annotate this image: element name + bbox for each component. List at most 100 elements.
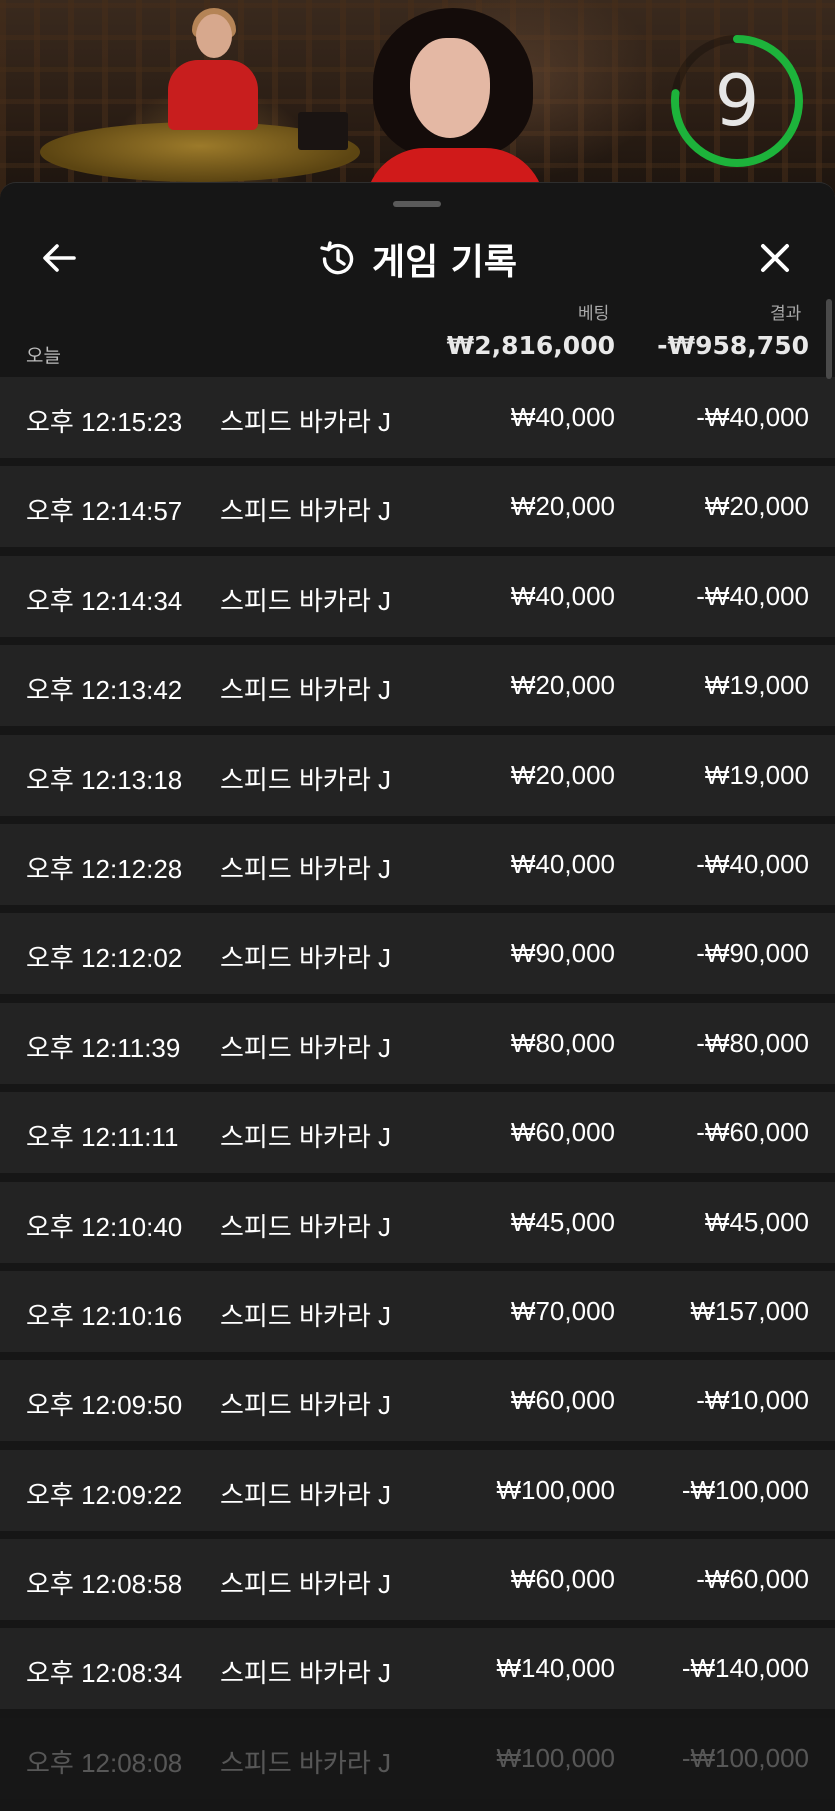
row-bet-amount: ₩45,000	[510, 1206, 615, 1237]
row-bet-amount: ₩40,000	[510, 848, 615, 879]
row-game-name: 스피드 바카라 J	[220, 1390, 391, 1421]
close-icon	[761, 244, 789, 272]
row-game-name: 스피드 바카라 J	[220, 1032, 391, 1063]
row-game-name: 스피드 바카라 J	[220, 496, 391, 527]
history-clock-icon	[320, 241, 354, 275]
row-time: 오후 12:12:28	[26, 853, 183, 884]
dealer-image	[365, 8, 545, 200]
row-bet-amount: ₩20,000	[510, 491, 615, 522]
row-game-name: 스피드 바카라 J	[220, 1747, 391, 1778]
summary-total-bet: ₩2,816,000	[446, 331, 615, 360]
history-row[interactable]: 오후 12:09:50 스피드 바카라 J ₩60,000 -₩10,000	[0, 1360, 835, 1442]
row-result-amount: ₩19,000	[704, 670, 809, 701]
row-bet-amount: ₩70,000	[510, 1295, 615, 1326]
history-row[interactable]: 오후 12:11:39 스피드 바카라 J ₩80,000 -₩80,000	[0, 1002, 835, 1084]
row-time: 오후 12:10:40	[26, 1211, 183, 1242]
summary-total-result: -₩958,750	[657, 331, 809, 360]
row-result-amount: -₩100,000	[681, 1742, 809, 1773]
row-time: 오후 12:08:08	[26, 1747, 183, 1778]
row-bet-amount: ₩80,000	[510, 1027, 615, 1058]
column-header-bet: 베팅	[578, 304, 610, 324]
history-list: 오후 12:15:23 스피드 바카라 J ₩40,000 -₩40,000 오후 12…	[0, 377, 835, 1807]
page-title: 게임 기록	[371, 242, 517, 283]
row-time: 오후 12:08:34	[26, 1658, 183, 1689]
drag-handle[interactable]	[393, 201, 441, 207]
history-row[interactable]: 오후 12:10:40 스피드 바카라 J ₩45,000 ₩45,000	[0, 1181, 835, 1263]
history-row[interactable]: 오후 12:15:23 스피드 바카라 J ₩40,000 -₩40,000	[0, 377, 835, 458]
row-bet-amount: ₩100,000	[496, 1742, 615, 1773]
row-game-name: 스피드 바카라 J	[220, 1569, 391, 1600]
history-row[interactable]: 오후 12:12:02 스피드 바카라 J ₩90,000 -₩90,000	[0, 913, 835, 995]
row-bet-amount: ₩140,000	[496, 1653, 615, 1684]
title-group: 게임 기록	[0, 219, 835, 299]
row-time: 오후 12:12:02	[26, 943, 183, 974]
row-bet-amount: ₩60,000	[510, 1385, 615, 1416]
countdown-value: 9	[714, 60, 760, 142]
history-row[interactable]: 오후 12:08:08 스피드 바카라 J ₩100,000 -₩100,000	[0, 1717, 835, 1799]
summary-date-label: 오늘	[26, 345, 61, 367]
row-game-name: 스피드 바카라 J	[220, 1479, 391, 1510]
row-result-amount: -₩40,000	[696, 580, 809, 611]
countdown-timer: 9	[668, 32, 806, 170]
row-game-name: 스피드 바카라 J	[220, 853, 391, 884]
row-time: 오후 12:08:58	[26, 1569, 183, 1600]
row-result-amount: ₩20,000	[704, 491, 809, 522]
history-row[interactable]: 오후 12:12:28 스피드 바카라 J ₩40,000 -₩40,000	[0, 823, 835, 905]
row-result-amount: ₩45,000	[704, 1206, 809, 1237]
row-result-amount: -₩80,000	[696, 1027, 809, 1058]
back-button[interactable]	[32, 231, 86, 285]
today-summary: 오늘 ₩2,816,000 -₩958,750	[0, 331, 835, 371]
row-time: 오후 12:11:39	[26, 1032, 181, 1063]
scrollbar[interactable]	[826, 299, 832, 379]
row-result-amount: ₩19,000	[704, 759, 809, 790]
game-history-sheet: 게임 기록 베팅 결과 오늘 ₩2,816,000 -₩958,750 오후 1…	[0, 182, 835, 1811]
row-bet-amount: ₩20,000	[510, 670, 615, 701]
row-bet-amount: ₩100,000	[496, 1474, 615, 1505]
history-row[interactable]: 오후 12:14:34 스피드 바카라 J ₩40,000 -₩40,000	[0, 555, 835, 637]
row-time: 오후 12:13:18	[26, 764, 183, 795]
row-time: 오후 12:15:23	[26, 407, 183, 437]
arrow-left-icon	[43, 244, 76, 272]
row-result-amount: -₩40,000	[696, 402, 809, 432]
column-header-result: 결과	[770, 304, 802, 324]
row-result-amount: -₩100,000	[681, 1474, 809, 1505]
row-game-name: 스피드 바카라 J	[220, 1658, 391, 1689]
history-row[interactable]: 오후 12:10:16 스피드 바카라 J ₩70,000 ₩157,000	[0, 1270, 835, 1352]
row-bet-amount: ₩90,000	[510, 938, 615, 969]
row-bet-amount: ₩60,000	[510, 1564, 615, 1595]
row-game-name: 스피드 바카라 J	[220, 675, 391, 706]
history-row[interactable]: 오후 12:11:11 스피드 바카라 J ₩60,000 -₩60,000	[0, 1092, 835, 1174]
live-video-feed: 9	[0, 0, 835, 200]
row-result-amount: -₩140,000	[681, 1653, 809, 1684]
row-game-name: 스피드 바카라 J	[220, 1122, 391, 1153]
history-row[interactable]: 오후 12:14:57 스피드 바카라 J ₩20,000 ₩20,000	[0, 466, 835, 548]
history-row[interactable]: 오후 12:08:34 스피드 바카라 J ₩140,000 -₩140,000	[0, 1628, 835, 1710]
row-time: 오후 12:10:16	[26, 1300, 183, 1331]
row-bet-amount: ₩40,000	[510, 402, 615, 432]
row-bet-amount: ₩20,000	[510, 759, 615, 790]
background-dealer-image	[168, 8, 258, 130]
card-shoe-image	[298, 112, 348, 150]
sheet-header: 게임 기록	[0, 219, 835, 299]
row-time: 오후 12:14:57	[26, 496, 183, 527]
row-game-name: 스피드 바카라 J	[220, 1300, 391, 1331]
row-result-amount: -₩90,000	[696, 938, 809, 969]
history-row[interactable]: 오후 12:13:18 스피드 바카라 J ₩20,000 ₩19,000	[0, 734, 835, 816]
history-row[interactable]: 오후 12:09:22 스피드 바카라 J ₩100,000 -₩100,000	[0, 1449, 835, 1531]
row-result-amount: -₩10,000	[696, 1385, 809, 1416]
row-time: 오후 12:11:11	[26, 1122, 179, 1153]
row-bet-amount: ₩60,000	[510, 1117, 615, 1148]
row-time: 오후 12:14:34	[26, 585, 183, 616]
row-result-amount: -₩60,000	[696, 1117, 809, 1148]
row-result-amount: ₩157,000	[690, 1295, 809, 1326]
row-result-amount: -₩60,000	[696, 1564, 809, 1595]
row-game-name: 스피드 바카라 J	[220, 585, 391, 616]
row-time: 오후 12:13:42	[26, 675, 183, 706]
close-button[interactable]	[748, 231, 802, 285]
history-row[interactable]: 오후 12:13:42 스피드 바카라 J ₩20,000 ₩19,000	[0, 645, 835, 727]
history-row[interactable]: 오후 12:08:58 스피드 바카라 J ₩60,000 -₩60,000	[0, 1539, 835, 1621]
row-result-amount: -₩40,000	[696, 848, 809, 879]
row-game-name: 스피드 바카라 J	[220, 764, 391, 795]
row-time: 오후 12:09:50	[26, 1390, 183, 1421]
row-bet-amount: ₩40,000	[510, 580, 615, 611]
